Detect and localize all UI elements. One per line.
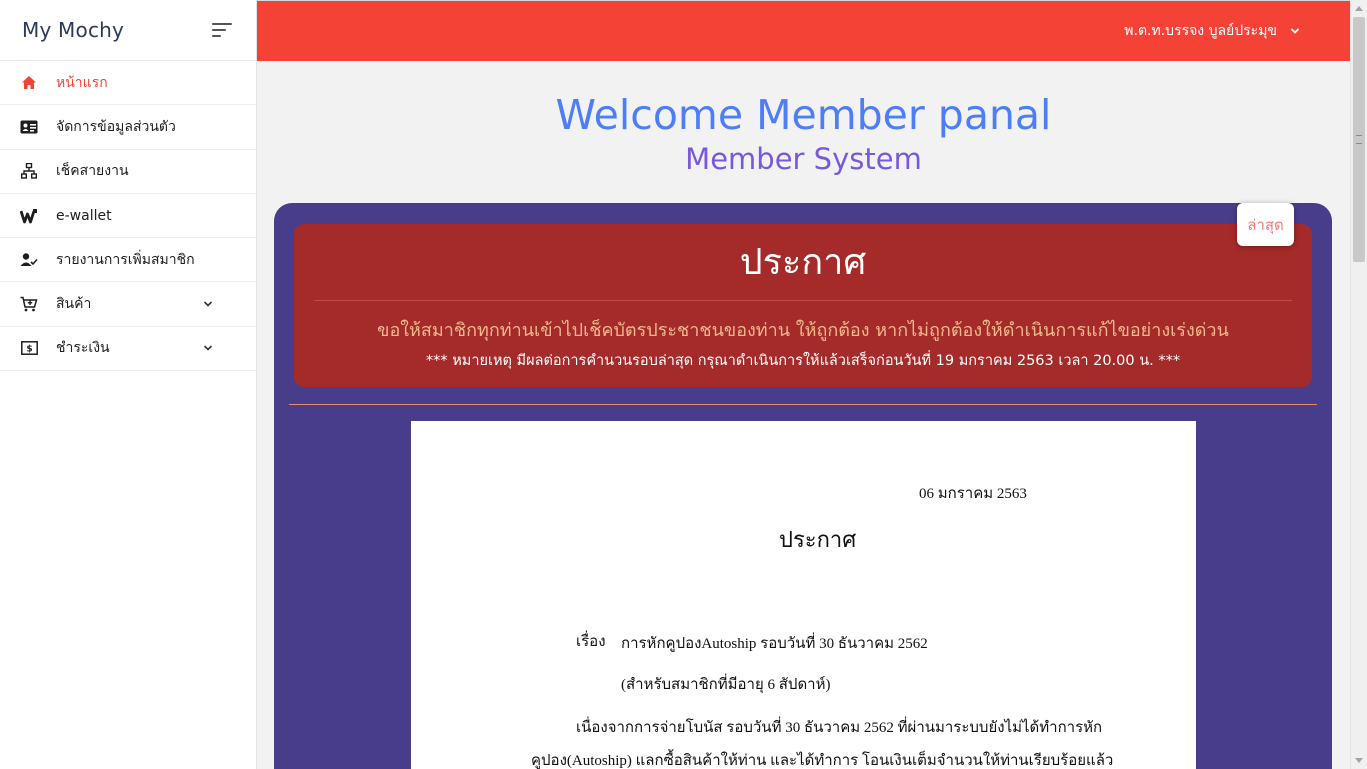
document-subject: การหักคูปองAutoship รอบวันที่ 30 ธันวาคม… [621,636,928,652]
sidebar-item-label: เช็คสายงาน [56,163,129,180]
divider [314,300,1292,301]
sidebar: My Mochy หน้าแรก จัดการข้อมูลส่วนตัว เช็… [0,0,257,769]
sidebar-item-home[interactable]: หน้าแรก [0,61,256,106]
id-card-icon [20,118,38,136]
sidebar-nav: หน้าแรก จัดการข้อมูลส่วนตัว เช็คสายงาน e… [0,61,256,372]
sitemap-icon [20,162,38,180]
document-note: (สำหรับสมาชิกที่มีอายุ 6 สัปดาห์) [621,677,831,693]
sidebar-brand: My Mochy [0,0,256,61]
topbar: พ.ต.ท.บรรจง บูลย์ประมุข [257,0,1350,61]
sidebar-item-label: รายงานการเพิ่มสมาชิก [56,251,195,268]
sidebar-item-products[interactable]: สินค้า [0,282,256,327]
sidebar-item-profile[interactable]: จัดการข้อมูลส่วนตัว [0,105,256,150]
sidebar-item-ewallet[interactable]: e-wallet [0,194,256,239]
scroll-down-icon[interactable] [1355,758,1363,763]
announcement-document: 06 มกราคม 2563 ประกาศ เรื่อง การหักคูปอง… [411,421,1196,769]
chevron-down-icon[interactable] [202,298,214,310]
user-check-icon [20,251,38,269]
announcement-note: *** หมายเหตุ มีผลต่อการคำนวนรอบล่าสุด กร… [425,353,1181,369]
sidebar-item-label: หน้าแรก [56,74,108,91]
announcement-card: ประกาศ ขอให้สมาชิกทุกท่านเข้าไปเช็คบัตรป… [294,224,1312,387]
document-body-line: คูปอง(Autoship) แลกซื้อสินค้าให้ท่าน และ… [531,753,1114,769]
svg-text:$: $ [26,345,32,355]
welcome-header: Welcome Member panal Member System [257,90,1350,178]
sidebar-item-member-report[interactable]: รายงานการเพิ่มสมาชิก [0,238,256,283]
announcement-message: ขอให้สมาชิกทุกท่านเข้าไปเช็คบัตรประชาชนข… [377,320,1229,341]
wallet-icon [20,207,38,225]
sidebar-item-label: สินค้า [56,296,92,313]
sidebar-item-label: e-wallet [56,207,112,224]
user-menu[interactable]: พ.ต.ท.บรรจง บูลย์ประมุข [1124,20,1301,42]
chevron-down-icon [1290,28,1300,34]
sidebar-item-payment[interactable]: $ ชำระเงิน [0,327,256,372]
scroll-up-icon[interactable] [1355,6,1363,11]
page-title: Welcome Member panal [555,91,1052,139]
sidebar-item-label: จัดการข้อมูลส่วนตัว [56,118,176,135]
brand-title[interactable]: My Mochy [22,18,124,42]
home-icon [20,74,38,92]
document-subject-label: เรื่อง [576,634,606,650]
menu-toggle-icon[interactable] [212,23,232,37]
chevron-down-icon[interactable] [202,342,214,354]
page-scrollbar[interactable] [1350,0,1367,769]
divider [289,404,1317,405]
sidebar-item-network[interactable]: เช็คสายงาน [0,150,256,194]
sidebar-item-label: ชำระเงิน [56,340,110,357]
money-icon: $ [20,339,38,357]
document-title: ประกาศ [779,527,857,552]
scrollbar-thumb[interactable] [1353,17,1365,262]
document-body-line: เนื่องจากการจ่ายโบนัส รอบวันที่ 30 ธันวา… [576,720,1103,736]
page-subtitle: Member System [685,142,922,176]
announcement-title: ประกาศ [739,242,867,283]
latest-button[interactable]: ล่าสุด [1237,203,1294,246]
cart-icon [20,295,38,313]
user-name: พ.ต.ท.บรรจง บูลย์ประมุข [1124,23,1277,39]
document-date: 06 มกราคม 2563 [919,486,1027,502]
